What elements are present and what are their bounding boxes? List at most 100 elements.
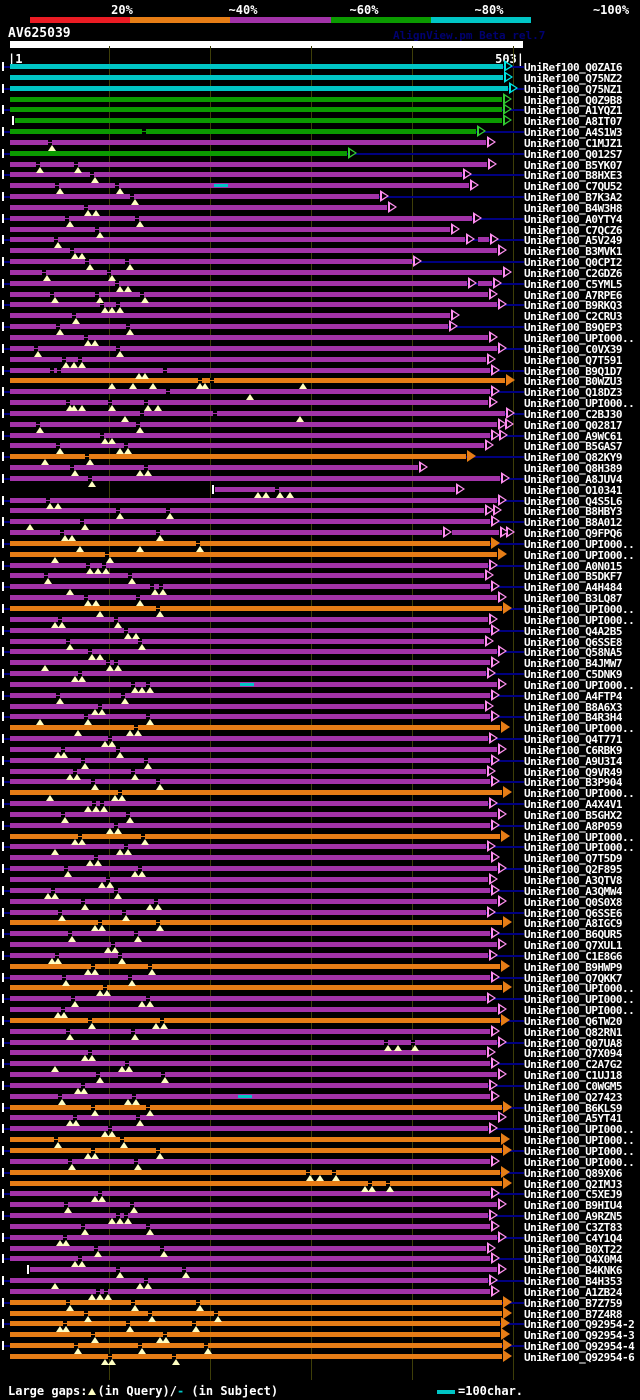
hsp-segment[interactable] — [10, 281, 467, 286]
hsp-segment[interactable] — [10, 660, 490, 665]
hsp-segment[interactable] — [10, 920, 502, 925]
hit-label[interactable]: UniRef100_Q92954-6 — [524, 1351, 635, 1364]
hsp-segment[interactable] — [10, 454, 466, 459]
hsp-segment[interactable] — [10, 151, 347, 156]
hsp-segment[interactable] — [10, 270, 502, 275]
hsp-segment[interactable] — [10, 237, 465, 242]
query-gap-triangle-icon — [108, 275, 116, 281]
hsp-segment[interactable] — [10, 1332, 500, 1337]
hsp-segment[interactable] — [10, 1213, 488, 1218]
hsp-segment[interactable] — [10, 1202, 497, 1207]
hsp-segment[interactable] — [10, 606, 502, 611]
hsp-segment[interactable] — [10, 324, 448, 329]
hsp-segment[interactable] — [10, 704, 484, 709]
hsp-segment[interactable] — [10, 812, 497, 817]
hsp-segment[interactable] — [10, 1018, 500, 1023]
hsp-segment[interactable] — [10, 628, 490, 633]
hsp-segment[interactable] — [10, 194, 379, 199]
hsp-segment[interactable] — [10, 736, 488, 741]
hsp-segment[interactable] — [10, 790, 502, 795]
hsp-segment[interactable] — [10, 259, 412, 264]
hsp-segment[interactable] — [452, 530, 499, 535]
query-gap-triangle-icon — [70, 362, 78, 368]
hsp-segment[interactable] — [10, 64, 503, 69]
hsp-segment[interactable] — [10, 725, 500, 730]
hsp-segment[interactable] — [10, 1235, 497, 1240]
hsp-segment[interactable] — [10, 953, 488, 958]
hsp-segment[interactable] — [10, 1105, 502, 1110]
hsp-segment[interactable] — [10, 823, 490, 828]
hsp-segment[interactable] — [10, 714, 490, 719]
hsp-segment[interactable] — [10, 931, 490, 936]
hsp-segment[interactable] — [10, 205, 387, 210]
hsp-segment[interactable] — [10, 1246, 486, 1251]
hsp-segment[interactable] — [10, 86, 508, 91]
hsp-segment[interactable] — [10, 1289, 490, 1294]
hsp-segment[interactable] — [10, 649, 497, 654]
hsp-segment[interactable] — [10, 779, 490, 784]
hsp-segment[interactable] — [10, 639, 484, 644]
hsp-segment[interactable] — [10, 1300, 502, 1305]
hsp-segment[interactable] — [478, 281, 492, 286]
hsp-segment[interactable] — [10, 129, 476, 134]
hsp-segment[interactable] — [10, 747, 497, 752]
hsp-segment[interactable] — [478, 237, 489, 242]
hsp-segment[interactable] — [10, 1278, 488, 1283]
hsp-segment[interactable] — [10, 476, 500, 481]
hsp-segment[interactable] — [10, 508, 484, 513]
hsp-segment[interactable] — [10, 97, 502, 102]
hsp-segment[interactable] — [10, 1137, 500, 1142]
hsp-segment[interactable] — [10, 866, 497, 871]
hsp-segment[interactable] — [10, 985, 502, 990]
hsp-segment[interactable] — [10, 617, 488, 622]
hsp-segment[interactable] — [10, 1170, 500, 1175]
hsp-segment[interactable] — [10, 801, 488, 806]
hsp-segment[interactable] — [10, 1115, 497, 1120]
hsp-segment[interactable] — [10, 769, 486, 774]
hsp-segment[interactable] — [10, 302, 497, 307]
hsp-segment[interactable] — [10, 1061, 490, 1066]
hsp-segment[interactable] — [10, 942, 497, 947]
hsp-segment[interactable] — [10, 1007, 497, 1012]
hsp-segment[interactable] — [10, 292, 488, 297]
hsp-segment[interactable] — [10, 433, 490, 438]
hsp-segment[interactable] — [10, 573, 484, 578]
hsp-segment[interactable] — [10, 693, 490, 698]
hsp-segment[interactable] — [10, 910, 486, 915]
hsp-segment[interactable] — [10, 1159, 490, 1164]
hsp-segment[interactable] — [10, 422, 497, 427]
hsp-segment[interactable] — [10, 1029, 490, 1034]
hsp-segment[interactable] — [10, 216, 472, 221]
hsp-segment[interactable] — [10, 227, 450, 232]
hsp-segment[interactable] — [10, 368, 490, 373]
hsp-segment[interactable] — [10, 855, 490, 860]
hsp-segment[interactable] — [10, 1126, 488, 1131]
hsp-segment[interactable] — [10, 1191, 490, 1196]
hsp-segment[interactable] — [10, 975, 490, 980]
hsp-segment[interactable] — [10, 75, 503, 80]
hsp-segment[interactable] — [10, 584, 490, 589]
hsp-segment[interactable] — [10, 335, 488, 340]
hsp-segment[interactable] — [10, 1072, 497, 1077]
hsp-segment[interactable] — [10, 378, 505, 383]
hsp-segment[interactable] — [10, 498, 497, 503]
hsp-segment[interactable] — [10, 1181, 502, 1186]
hsp-segment[interactable] — [10, 346, 497, 351]
hsp-segment[interactable] — [30, 1267, 497, 1272]
hsp-segment[interactable] — [10, 443, 484, 448]
hsp-segment[interactable] — [10, 1343, 502, 1348]
hsp-segment[interactable] — [215, 487, 455, 492]
hsp-segment[interactable] — [10, 888, 490, 893]
hsp-segment[interactable] — [10, 1040, 497, 1045]
query-gap-triangle-icon — [116, 849, 124, 855]
hsp-segment[interactable] — [10, 563, 488, 568]
hsp-segment[interactable] — [10, 996, 486, 1001]
hsp-segment[interactable] — [10, 107, 502, 112]
hsp-segment[interactable] — [15, 118, 502, 123]
hsp-segment[interactable] — [10, 411, 505, 416]
hsp-segment[interactable] — [10, 877, 488, 882]
hsp-segment[interactable] — [10, 183, 469, 188]
hsp-segment[interactable] — [10, 1354, 502, 1359]
hsp-segment[interactable] — [10, 552, 497, 557]
hsp-segment[interactable] — [10, 140, 486, 145]
